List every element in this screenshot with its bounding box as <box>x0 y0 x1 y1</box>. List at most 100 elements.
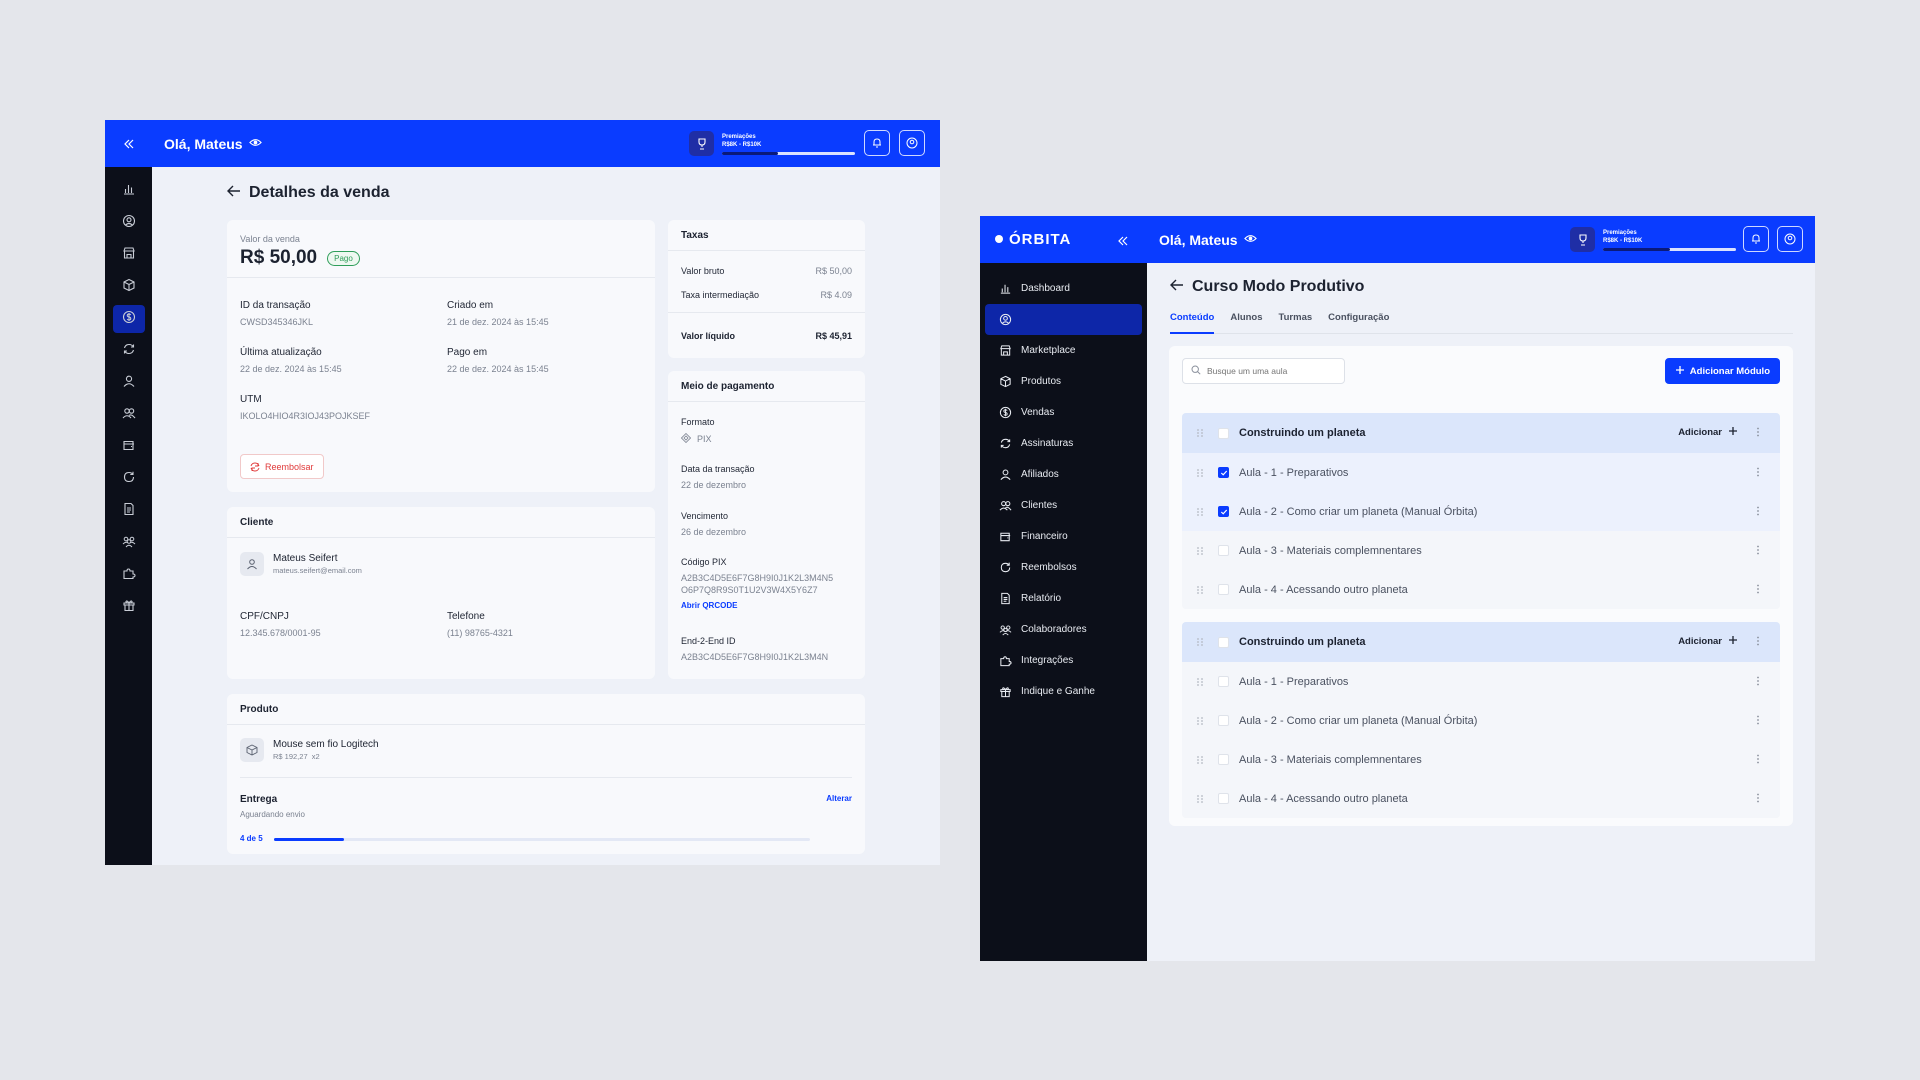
sidebar-item-vendas[interactable]: Vendas <box>985 397 1142 428</box>
sidebar-item-colaboradores[interactable]: Colaboradores <box>985 614 1142 645</box>
profile-button[interactable] <box>899 130 925 156</box>
lesson-row[interactable]: Aula - 4 - Acessando outro planeta <box>1182 779 1780 818</box>
lesson-row[interactable]: Aula - 3 - Materiais complemnentares <box>1182 531 1780 570</box>
back-arrow-icon[interactable] <box>227 184 241 202</box>
tab-alunos[interactable]: Alunos <box>1230 312 1262 333</box>
more-options-icon[interactable] <box>1756 584 1760 597</box>
sidebar-wallet-button[interactable] <box>113 433 145 461</box>
profile-button-right[interactable] <box>1777 226 1803 252</box>
sidebar-gift-button[interactable] <box>113 593 145 621</box>
add-module-button[interactable]: Adicionar Módulo <box>1664 358 1780 384</box>
lesson-checkbox[interactable] <box>1218 754 1229 765</box>
refund-button[interactable]: Reembolsar <box>240 454 324 479</box>
more-options-icon[interactable] <box>1756 676 1760 689</box>
greeting-text-right: Olá, Mateus <box>1159 231 1238 248</box>
lesson-row[interactable]: Aula - 4 - Acessando outro planeta <box>1182 570 1780 609</box>
more-options-icon[interactable] <box>1756 793 1760 806</box>
add-lesson-button[interactable]: Adicionar <box>1678 426 1738 439</box>
lesson-row[interactable]: Aula - 1 - Preparativos <box>1182 662 1780 701</box>
tab-configuracao[interactable]: Configuração <box>1328 312 1389 333</box>
lesson-checkbox[interactable] <box>1218 584 1229 595</box>
module-checkbox[interactable] <box>1218 636 1229 648</box>
premiacoes-widget[interactable]: Premiações R$8K - R$10K <box>689 131 855 156</box>
lesson-checkbox[interactable] <box>1218 715 1229 726</box>
tab-conteudo[interactable]: Conteúdo <box>1170 312 1215 334</box>
fee-value: R$ 4.09 <box>820 290 852 300</box>
more-options-icon[interactable] <box>1756 715 1760 728</box>
sidebar-refresh-button[interactable] <box>113 337 145 365</box>
sidebar-team-button[interactable] <box>113 529 145 557</box>
sidebar-chart-button[interactable] <box>113 177 145 205</box>
more-options-icon[interactable] <box>1756 754 1760 767</box>
sidebar-item-label: Dashboard <box>1021 283 1070 294</box>
more-options-icon[interactable] <box>1756 636 1760 649</box>
sidebar-item-marketplace[interactable]: Marketplace <box>985 335 1142 366</box>
sidebar-item-dashboard[interactable]: Dashboard <box>985 273 1142 304</box>
search-input[interactable] <box>1207 366 1337 376</box>
sidebar-item-profile[interactable] <box>985 304 1142 335</box>
sidebar-store-button[interactable] <box>113 241 145 269</box>
more-options-icon[interactable] <box>1756 467 1760 480</box>
lesson-checkbox[interactable] <box>1218 506 1229 517</box>
lesson-row[interactable]: Aula - 2 - Como criar um planeta (Manual… <box>1182 492 1780 531</box>
more-options-icon[interactable] <box>1756 506 1760 519</box>
sidebar-item-relatório[interactable]: Relatório <box>985 583 1142 614</box>
lesson-row[interactable]: Aula - 2 - Como criar um planeta (Manual… <box>1182 701 1780 740</box>
status-badge: Pago <box>327 250 360 266</box>
sidebar-item-assinaturas[interactable]: Assinaturas <box>985 428 1142 459</box>
sidebar-puzzle-button[interactable] <box>113 561 145 589</box>
tab-turmas[interactable]: Turmas <box>1279 312 1313 333</box>
lesson-checkbox[interactable] <box>1218 545 1229 556</box>
drag-handle-icon[interactable] <box>1182 637 1218 647</box>
drag-handle-icon[interactable] <box>1182 716 1218 726</box>
drag-handle-icon[interactable] <box>1182 468 1218 478</box>
more-options-icon[interactable] <box>1756 545 1760 558</box>
change-delivery-link[interactable]: Alterar <box>826 794 852 803</box>
eye-icon[interactable] <box>248 136 262 152</box>
premiacoes-widget-right[interactable]: Premiações R$8K - R$10K <box>1570 227 1736 252</box>
add-lesson-button[interactable]: Adicionar <box>1678 635 1738 648</box>
open-qrcode-link[interactable]: Abrir QRCODE <box>681 601 833 610</box>
lesson-checkbox[interactable] <box>1218 793 1229 804</box>
collapse-sidebar-button-right[interactable] <box>1117 234 1129 252</box>
updated-value: 22 de dez. 2024 às 15:45 <box>240 364 342 374</box>
drag-handle-icon[interactable] <box>1182 794 1218 804</box>
lesson-checkbox[interactable] <box>1218 467 1229 478</box>
search-box[interactable] <box>1182 358 1345 384</box>
lesson-row[interactable]: Aula - 1 - Preparativos <box>1182 453 1780 492</box>
sidebar-users-button[interactable] <box>113 401 145 429</box>
sidebar-item-clientes[interactable]: Clientes <box>985 490 1142 521</box>
more-options-icon[interactable] <box>1756 427 1760 440</box>
notifications-button-right[interactable] <box>1743 226 1769 252</box>
drag-handle-icon[interactable] <box>1182 755 1218 765</box>
collapse-sidebar-button[interactable] <box>105 120 152 167</box>
box-icon <box>122 278 136 297</box>
back-arrow-icon[interactable] <box>1170 278 1184 296</box>
drag-handle-icon[interactable] <box>1182 428 1218 438</box>
sidebar-item-reembolsos[interactable]: Reembolsos <box>985 552 1142 583</box>
module-header[interactable]: Construindo um planeta Adicionar <box>1182 622 1780 662</box>
sidebar-report-button[interactable] <box>113 497 145 525</box>
sidebar-item-afiliados[interactable]: Afiliados <box>985 459 1142 490</box>
sidebar-rotate-button[interactable] <box>113 465 145 493</box>
lesson-checkbox[interactable] <box>1218 676 1229 687</box>
module-header[interactable]: Construindo um planeta Adicionar <box>1182 413 1780 453</box>
sidebar-item-indique-e-ganhe[interactable]: Indique e Ganhe <box>985 676 1142 707</box>
drag-handle-icon[interactable] <box>1182 677 1218 687</box>
notifications-button[interactable] <box>864 130 890 156</box>
eye-icon[interactable] <box>1243 232 1257 248</box>
sidebar-user-button[interactable] <box>113 369 145 397</box>
delivery-status: Aguardando envio <box>240 810 305 819</box>
sidebar-box-button[interactable] <box>113 273 145 301</box>
drag-handle-icon[interactable] <box>1182 585 1218 595</box>
sidebar-item-integrações[interactable]: Integrações <box>985 645 1142 676</box>
drag-handle-icon[interactable] <box>1182 546 1218 556</box>
sidebar-dollar-button[interactable] <box>112 305 145 333</box>
drag-handle-icon[interactable] <box>1182 507 1218 517</box>
sidebar-item-produtos[interactable]: Produtos <box>985 366 1142 397</box>
module-checkbox[interactable] <box>1218 427 1229 439</box>
sidebar-item-financeiro[interactable]: Financeiro <box>985 521 1142 552</box>
sidebar-user-circle-button[interactable] <box>113 209 145 237</box>
lesson-row[interactable]: Aula - 3 - Materiais complemnentares <box>1182 740 1780 779</box>
premiacoes-progress-fill-right <box>1603 247 1670 251</box>
